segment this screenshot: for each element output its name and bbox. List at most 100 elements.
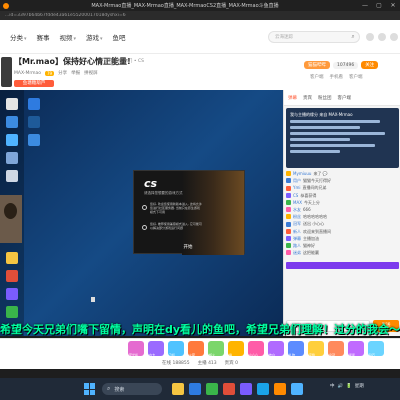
desktop-icon [28,134,40,146]
gift-item[interactable]: 超火 [208,341,224,357]
chevron-down-icon: ▾ [73,35,77,42]
gift-item[interactable]: 礼物 [288,341,304,357]
chat-username[interactable]: 冠军 [293,220,301,227]
volume-icon[interactable]: 🔊 [338,384,344,389]
user-badge-icon [286,243,291,249]
url-text[interactable]: ...id=3397b64b67fdde43a61e55200017018dys… [5,13,126,18]
gift-item[interactable]: 钻石 [368,341,384,357]
tab-client[interactable]: 客户端 [338,95,352,101]
anchor-stat: 主播 413 [197,361,217,366]
launch-option-2[interactable]: 您好, 推荐使用兼容模式进入, 它可能可以解决部分游戏运行问题 [142,221,202,239]
minimize-button[interactable]: — [358,0,372,11]
history-icon[interactable] [366,33,374,41]
chevron-down-icon: ▾ [100,35,103,42]
nav-label: 分类 [10,33,23,42]
gift-item[interactable]: 飞机 [168,341,184,357]
search-input[interactable]: 云海迷踪 [275,34,347,40]
chevron-down-icon: ▾ [24,35,27,42]
gift-item[interactable]: 告白 [268,341,284,357]
streamer-name[interactable]: MAX-Mrmao [14,71,41,76]
windows-start-icon[interactable] [84,383,96,395]
clock[interactable]: 星期 [355,383,364,389]
chat-message: 路人 猫神好 [286,242,399,249]
taskbar-app-icon[interactable] [240,383,252,395]
address-bar[interactable]: ...id=3397b64b67fdde43a61e55200017018dys… [0,11,400,20]
gift-item[interactable]: 宝箱 [308,341,324,357]
chat-username[interactable]: 粉丝 [293,213,301,220]
game-launch-dialog: cs 请选择您想要的游戏方式 您好, 欢迎您使用新版本进入, 这将允许您进行社区… [133,170,245,255]
search-icon[interactable]: ⌕ [347,32,359,42]
marquee-text: 希望今天兄弟们嘴下留情，声明在dy看儿的鱼吧，希望兄弟们理解！过分的我会～律36… [0,323,400,336]
battery-icon[interactable]: 🔋 [346,384,352,389]
room-stats: 在线 188855 主播 413 贵宾 0 [0,357,400,369]
user-badge-icon [286,178,291,184]
chat-username[interactable]: 水友 [293,206,301,213]
os-taskbar: ⌕ 搜索 中 🔊 🔋 星期 [0,378,400,400]
gift-item[interactable]: 壕 [228,341,244,357]
gift-item[interactable]: 小心心 [248,341,264,357]
chat-username[interactable]: 新人 [293,228,301,235]
taskbar-app-icon[interactable] [257,383,269,395]
ime-indicator[interactable]: 中 [330,383,335,389]
maximize-button[interactable]: ▢ [372,0,386,11]
gift-notification-bar [286,262,399,269]
chat-message: 水友 666 [286,206,399,213]
chat-username[interactable]: Mymiuuu [293,170,311,177]
video-player[interactable]: cs 请选择您想要的游戏方式 您好, 欢迎您使用新版本进入, 这将允许您进行社区… [0,90,283,336]
nav-item-games[interactable]: 游戏▾ [86,32,103,42]
streamer-avatar[interactable] [1,57,12,87]
gift-item[interactable]: 火箭 [188,341,204,357]
tab-danmu[interactable]: 弹幕 [288,95,297,101]
gift-item[interactable]: 办卡 [148,341,164,357]
gift-item[interactable]: 皇冠 [328,341,344,357]
avatar[interactable] [390,33,398,41]
nav-item-fishbar[interactable]: 鱼吧 [113,32,126,42]
chat-username[interactable]: 弹幕 [293,235,301,242]
chat-text: 直播间的兄弟 [302,185,327,191]
taskbar-app-icon[interactable] [291,383,303,395]
room-tag-badge[interactable]: 猫猫哔哔 [304,61,330,69]
radio-icon[interactable] [142,205,147,210]
fanclub-button[interactable]: 鱼塘糖葫芦 [14,80,54,87]
taskbar-search[interactable]: ⌕ 搜索 [102,383,162,395]
tab-fans[interactable]: 粉丝团 [318,95,332,101]
close-button[interactable]: ✕ [386,0,400,11]
search-box[interactable]: 云海迷踪 ⌕ [268,31,360,43]
chat-message: CS 恭喜获得 [286,192,399,199]
launch-option-1[interactable]: 您好, 欢迎您使用新版本进入, 这将允许您进行社区服务器, 当前只在原生游戏模式… [142,201,202,219]
nav-item-category[interactable]: 分类▾ [10,32,27,42]
chat-username[interactable]: CS [293,192,298,199]
desktop-icon [6,270,18,282]
report-link[interactable]: 举报 [71,70,80,76]
gift-item[interactable]: 荧光棒 [128,341,144,357]
chat-username[interactable]: 用户 [293,177,301,184]
window-titlebar: MAX-Mrmao直播_MAX-Mrmao直播_MAX-MrmaoCS2直播_M… [0,0,400,11]
radio-icon[interactable] [142,225,147,230]
taskbar-app-icon[interactable] [206,383,218,395]
screen-link[interactable]: 拼视屏 [84,70,98,76]
client-link-2[interactable]: 客户端 [349,74,363,80]
nav-item-video[interactable]: 视频▾ [60,32,77,42]
tab-vip[interactable]: 贵宾 [303,95,312,101]
follow-button[interactable]: 关注 [361,61,379,69]
taskbar-app-icon[interactable] [223,383,235,395]
chat-username[interactable]: 迷弟 [293,249,301,256]
chat-username[interactable]: MAX [293,199,302,206]
chat-banner[interactable]: 我与主播的缘分 来自 MAX-Mrmao [286,108,399,168]
chat-text: 666 [303,207,311,213]
gift-item[interactable]: 星星 [348,341,364,357]
taskbar-app-icon[interactable] [274,383,286,395]
start-button[interactable]: 开始 [180,244,196,252]
mobile-link[interactable]: 手机看 [330,74,344,80]
chat-username[interactable]: Ymi [293,184,300,191]
chat-username[interactable]: 路人 [293,242,301,249]
share-link[interactable]: 分享 [58,70,67,76]
taskbar-app-icon[interactable] [189,383,201,395]
room-header: 【Mr.mao】保持好心情正能量! 学校 可恶你们 • CS MAX-Mrmao… [0,54,400,90]
room-links: 客户端 手机看 客户端 [310,74,363,80]
mouse-cursor-icon [91,297,95,302]
client-link[interactable]: 客户端 [310,74,324,80]
taskbar-app-icon[interactable] [172,383,184,395]
nav-item-events[interactable]: 赛事 [37,32,50,42]
message-icon[interactable] [378,33,386,41]
